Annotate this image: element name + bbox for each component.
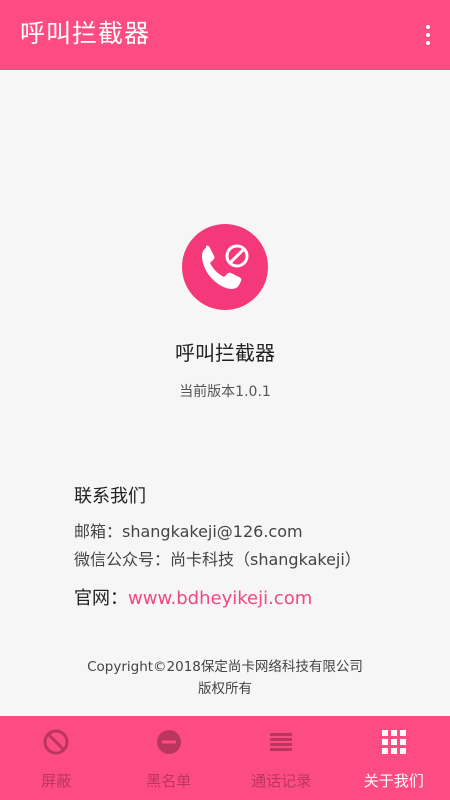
phone-block-icon [182,224,268,310]
app-bar: 呼叫拦截器 [0,0,450,70]
contact-section: 联系我们 邮箱：shangkakeji@126.com 微信公众号：尚卡科技（s… [74,484,434,612]
app-name: 呼叫拦截器 [175,341,275,365]
wechat-text: 微信公众号：尚卡科技（shangkakeji） [74,550,361,569]
nav-label-block: 屏蔽 [41,772,72,790]
nav-item-call-log[interactable]: 通话记录 [225,716,338,800]
app-title: 呼叫拦截器 [20,19,151,48]
contact-title: 联系我们 [74,486,146,507]
more-vert-icon [426,25,430,29]
about-screen: 呼叫拦截器 呼叫拦截器 当前版本1.0.1 联系我们 邮箱：shangkakej… [0,0,450,800]
website-row: 官网：www.bdheyikeji.com [74,586,434,612]
email-text: 邮箱：shangkakeji@126.com [74,522,303,541]
app-logo [182,224,268,310]
block-icon [43,729,69,755]
copyright-line: Copyright©2018保定尚卡网络科技有限公司 [87,659,363,675]
nav-label-blacklist: 黑名单 [146,772,192,790]
copyright-text: Copyright©2018保定尚卡网络科技有限公司 版权所有 [0,656,450,700]
version-text: 当前版本1.0.1 [179,384,271,400]
website-label: 官网： [74,588,128,609]
nav-label-call-log: 通话记录 [251,772,312,790]
grid-icon [381,730,406,754]
minus-circle-icon [156,730,181,754]
bottom-nav: 屏蔽 黑名单 通话记录 关于我们 [0,716,450,800]
nav-item-blacklist[interactable]: 黑名单 [113,716,226,800]
list-icon [270,733,293,751]
nav-label-about: 关于我们 [363,772,424,790]
nav-item-block[interactable]: 屏蔽 [0,716,113,800]
website-link[interactable]: www.bdheyikeji.com [128,588,312,609]
more-options-button[interactable] [418,17,438,53]
copyright-rights: 版权所有 [198,681,252,697]
nav-item-about[interactable]: 关于我们 [338,716,450,800]
